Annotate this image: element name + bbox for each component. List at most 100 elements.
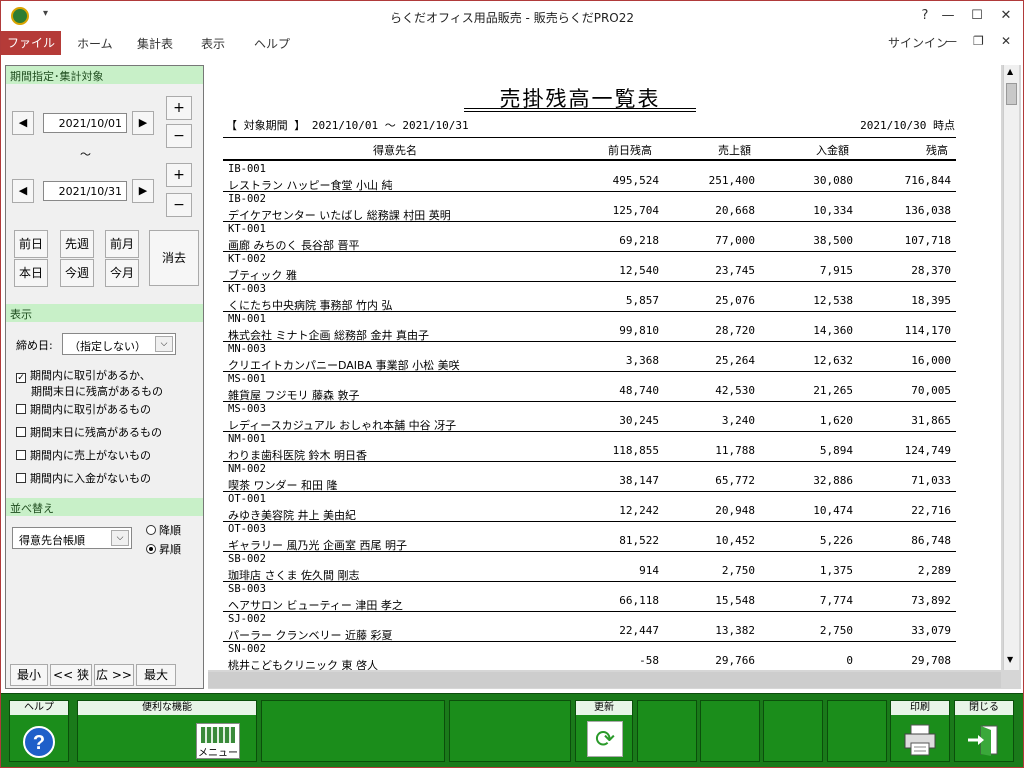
from-prev-button[interactable]: ◀ xyxy=(12,111,34,135)
refresh-function-button[interactable]: 更新 ⟳ xyxy=(575,700,633,762)
ribbon-minimize-icon[interactable]: — xyxy=(945,34,957,48)
this-week-button[interactable]: 今週 xyxy=(60,259,94,287)
empty-function-slot xyxy=(637,700,697,762)
sort-select[interactable]: 得意先台帳順 ⌵ xyxy=(12,527,132,549)
from-plus-button[interactable]: + xyxy=(166,96,192,120)
ribbon-close-icon[interactable]: ✕ xyxy=(1001,34,1011,48)
checkbox-transaction-or-balance[interactable]: ✓ 期間内に取引があるか、 期間末日に残高があるもの xyxy=(16,367,163,399)
zoom-max-button[interactable]: 最大 xyxy=(136,664,176,686)
checkbox-has-balance[interactable]: 期間末日に残高があるもの xyxy=(16,424,162,440)
customer-name: 桃井こどもクリニック 東 啓人 xyxy=(228,659,378,670)
payment-cell: 21,265 xyxy=(813,384,853,397)
checkbox-no-sales[interactable]: 期間内に売上がないもの xyxy=(16,447,151,463)
checkbox-no-payment[interactable]: 期間内に入金がないもの xyxy=(16,470,151,486)
prev-balance-cell: 5,857 xyxy=(625,294,659,307)
customer-code: MS-001 xyxy=(228,373,266,385)
help-function-button[interactable]: ヘルプ ? xyxy=(9,700,69,762)
customer-name: デイケアセンター いたばし 総務課 村田 英明 xyxy=(228,209,451,222)
function-key-bar: ヘルプ ? 便利な機能 メニュー 更新 ⟳ 印刷 閉じる xyxy=(1,693,1023,767)
to-minus-button[interactable]: − xyxy=(166,193,192,217)
tilde-label: 〜 xyxy=(80,148,91,161)
menu-bar: ファイル ホーム 集計表 表示 ヘルプ サインイン — ❐ ✕ xyxy=(1,31,1023,55)
prev-week-button[interactable]: 先週 xyxy=(60,230,94,258)
checkbox-icon xyxy=(16,427,26,437)
zoom-wide-button[interactable]: 広 >> xyxy=(94,664,134,686)
menu-view[interactable]: 表示 xyxy=(201,35,225,52)
prev-balance-cell: 118,855 xyxy=(612,444,659,457)
date-from-input[interactable]: 2021/10/01 xyxy=(43,113,127,133)
sales-cell: 23,745 xyxy=(715,264,755,277)
customer-code: NM-002 xyxy=(228,463,266,475)
customer-code: KT-003 xyxy=(228,283,266,295)
menu-help[interactable]: ヘルプ xyxy=(254,35,290,52)
payment-cell: 30,080 xyxy=(813,174,853,187)
payment-cell: 12,538 xyxy=(813,294,853,307)
prev-month-button[interactable]: 前月 xyxy=(105,230,139,258)
menu-label: メニュー xyxy=(198,748,238,759)
empty-function-slot xyxy=(763,700,823,762)
empty-function-slot xyxy=(261,700,445,762)
zoom-min-button[interactable]: 最小 xyxy=(10,664,48,686)
prev-balance-cell: 66,118 xyxy=(619,594,659,607)
report-as-of: 2021/10/30 時点 xyxy=(860,119,955,132)
sales-cell: 25,264 xyxy=(715,354,755,367)
from-minus-button[interactable]: − xyxy=(166,124,192,148)
menu-summary[interactable]: 集計表 xyxy=(137,35,173,52)
payment-cell: 12,632 xyxy=(813,354,853,367)
radio-descending[interactable]: 降順 xyxy=(146,522,181,538)
balance-cell: 114,170 xyxy=(904,324,951,337)
convenient-functions-button[interactable]: 便利な機能 メニュー xyxy=(77,700,257,762)
minimize-button[interactable]: — xyxy=(938,6,958,26)
prev-balance-cell: 81,522 xyxy=(619,534,659,547)
table-header: 得意先名 前日残高 売上額 入金額 残高 xyxy=(223,137,956,161)
radio-ascending[interactable]: 昇順 xyxy=(146,541,181,557)
checkbox-has-transaction[interactable]: 期間内に取引があるもの xyxy=(16,401,151,417)
to-next-button[interactable]: ▶ xyxy=(132,179,154,203)
sales-cell: 251,400 xyxy=(708,174,755,187)
printer-icon xyxy=(904,724,936,756)
prev-balance-cell: 38,147 xyxy=(619,474,659,487)
closing-day-select[interactable]: （指定しない） ⌵ xyxy=(62,333,176,355)
this-month-button[interactable]: 今月 xyxy=(105,259,139,287)
empty-function-slot xyxy=(700,700,760,762)
balance-cell: 716,844 xyxy=(904,174,951,187)
help-icon[interactable]: ? xyxy=(915,6,935,26)
balance-cell: 22,716 xyxy=(911,504,951,517)
app-window: ▾ らくだオフィス用品販売 - 販売らくだPRO22 ? — ☐ ✕ ファイル … xyxy=(0,0,1024,768)
date-to-input[interactable]: 2021/10/31 xyxy=(43,181,127,201)
closing-day-value: （指定しない） xyxy=(69,340,146,353)
customer-name: 雑貨屋 フジモリ 藤森 敦子 xyxy=(228,389,360,402)
table-body: IB-001 レストラン ハッピー食堂 小山 純 495,524 251,400 30,… xyxy=(223,162,956,670)
prev-day-button[interactable]: 前日 xyxy=(14,230,48,258)
balance-cell: 71,033 xyxy=(911,474,951,487)
scroll-up-icon[interactable]: ▲ xyxy=(1007,67,1013,76)
from-next-button[interactable]: ▶ xyxy=(132,111,154,135)
customer-name: わりま歯科医院 鈴木 明日香 xyxy=(228,449,367,462)
prev-balance-cell: -58 xyxy=(639,654,659,667)
chevron-down-icon: ⌵ xyxy=(111,530,129,546)
scroll-thumb[interactable] xyxy=(1006,83,1017,105)
to-plus-button[interactable]: + xyxy=(166,163,192,187)
menu-file[interactable]: ファイル xyxy=(1,31,61,55)
scroll-down-icon[interactable]: ▼ xyxy=(1007,655,1013,664)
menu-home[interactable]: ホーム xyxy=(77,35,113,52)
payment-cell: 5,226 xyxy=(819,534,853,547)
vertical-scrollbar[interactable]: ▲ ▼ xyxy=(1003,65,1019,670)
signin-link[interactable]: サインイン xyxy=(888,34,948,51)
payment-cell: 2,750 xyxy=(819,624,853,637)
today-button[interactable]: 本日 xyxy=(14,259,48,287)
close-button[interactable]: ✕ xyxy=(996,6,1016,26)
close-function-button[interactable]: 閉じる xyxy=(954,700,1014,762)
title-underline xyxy=(464,108,696,112)
sales-cell: 65,772 xyxy=(715,474,755,487)
ribbon-restore-icon[interactable]: ❐ xyxy=(973,34,984,48)
prev-balance-cell: 99,810 xyxy=(619,324,659,337)
print-function-button[interactable]: 印刷 xyxy=(890,700,950,762)
zoom-narrow-button[interactable]: << 狭 xyxy=(50,664,92,686)
to-prev-button[interactable]: ◀ xyxy=(12,179,34,203)
horizontal-scrollbar[interactable] xyxy=(208,672,1001,688)
table-row: SN-002 桃井こどもクリニック 東 啓人 -58 29,766 0 29,708 xyxy=(223,642,956,670)
maximize-button[interactable]: ☐ xyxy=(967,6,987,26)
balance-cell: 16,000 xyxy=(911,354,951,367)
clear-button[interactable]: 消去 xyxy=(149,230,199,286)
